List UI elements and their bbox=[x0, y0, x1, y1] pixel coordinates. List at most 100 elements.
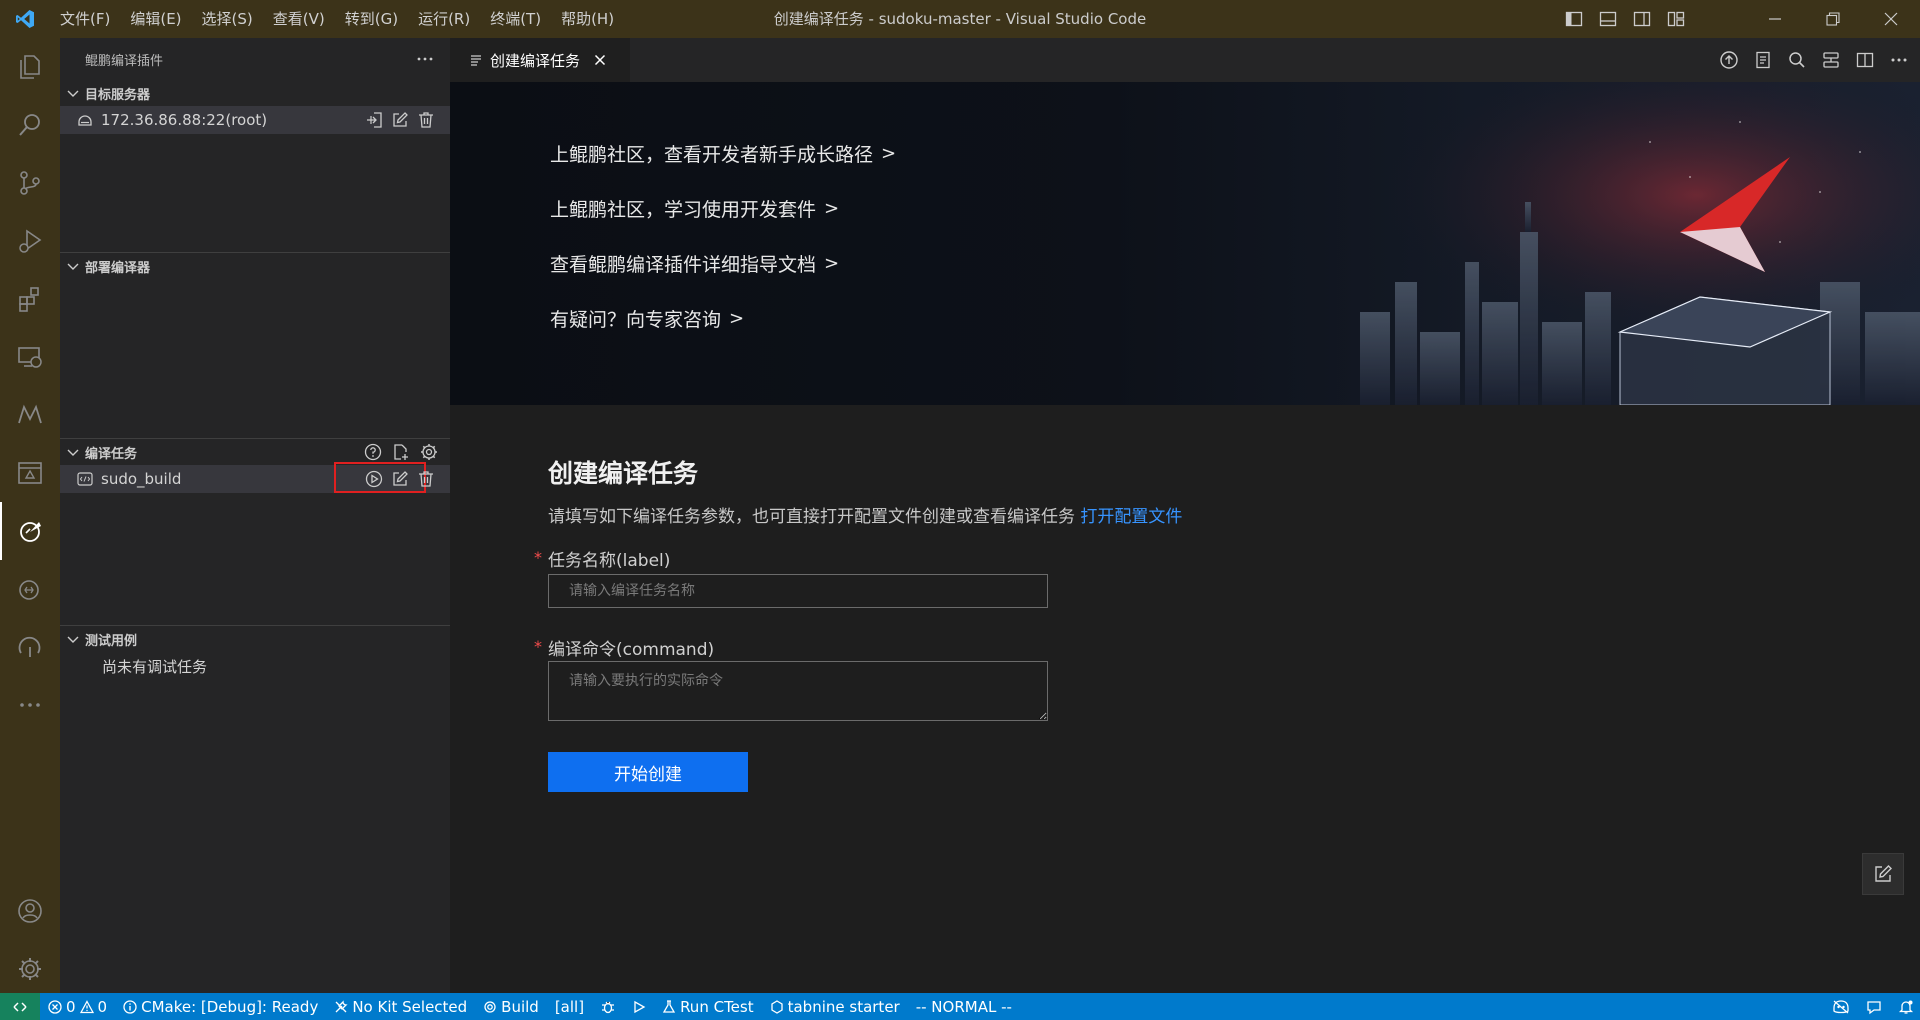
split-editor-icon[interactable] bbox=[1854, 49, 1876, 71]
section-title: 测试用例 bbox=[85, 633, 138, 649]
error-count: 0 bbox=[66, 997, 76, 1016]
required-mark: * bbox=[534, 548, 542, 567]
section-header-tests[interactable]: 测试用例 bbox=[60, 626, 450, 652]
sidebar-title: 鲲鹏编译插件 bbox=[85, 53, 164, 69]
kunpeng-compile-plugin-icon[interactable] bbox=[0, 502, 60, 560]
restore-icon[interactable] bbox=[1804, 0, 1862, 38]
open-config-link[interactable]: 打开配置文件 bbox=[1080, 507, 1182, 527]
find-icon[interactable] bbox=[1786, 49, 1808, 71]
kunpeng-porting-icon[interactable] bbox=[0, 618, 60, 676]
delete-icon[interactable] bbox=[416, 110, 436, 130]
menu-terminal[interactable]: 终端(T) bbox=[480, 0, 551, 38]
kunpeng-m-icon[interactable] bbox=[0, 386, 60, 444]
menu-selection[interactable]: 选择(S) bbox=[192, 0, 263, 38]
copilot-icon[interactable] bbox=[1832, 999, 1850, 1015]
vscode-logo-icon bbox=[0, 0, 50, 38]
server-item[interactable]: 172.36.86.88:22(root) bbox=[60, 106, 450, 134]
section-header-deploy[interactable]: 部署编译器 bbox=[60, 253, 450, 279]
kit-selector[interactable]: No Kit Selected bbox=[326, 993, 475, 1020]
minimize-icon[interactable] bbox=[1746, 0, 1804, 38]
section-header-servers[interactable]: 目标服务器 bbox=[60, 80, 450, 106]
new-task-icon[interactable] bbox=[392, 443, 410, 461]
search-icon[interactable] bbox=[0, 96, 60, 154]
menu-view[interactable]: 查看(V) bbox=[263, 0, 335, 38]
run-task-icon[interactable] bbox=[364, 469, 384, 489]
chevron-down-icon bbox=[67, 636, 79, 643]
server-label: 172.36.86.88:22(root) bbox=[101, 111, 268, 129]
task-name-input[interactable] bbox=[548, 574, 1048, 608]
notifications-bell-icon[interactable] bbox=[1898, 999, 1914, 1015]
remote-indicator[interactable] bbox=[0, 993, 40, 1020]
title-bar: 文件(F) 编辑(E) 选择(S) 查看(V) 转到(G) 运行(R) 终端(T… bbox=[0, 0, 1920, 38]
compare-icon[interactable] bbox=[1820, 49, 1842, 71]
build-target[interactable]: [all] bbox=[547, 993, 592, 1020]
extensions-icon[interactable] bbox=[0, 270, 60, 328]
webview-content: 上鲲鹏社区，查看开发者新手成长路径 > 上鲲鹏社区，学习使用开发套件 > 查看鲲鹏编… bbox=[450, 82, 1920, 993]
banner: 上鲲鹏社区，查看开发者新手成长路径 > 上鲲鹏社区，学习使用开发套件 > 查看鲲鹏编… bbox=[450, 82, 1920, 405]
build-button[interactable]: Build bbox=[475, 993, 547, 1020]
code-file-icon bbox=[75, 469, 95, 489]
menu-bar: 文件(F) 编辑(E) 选择(S) 查看(V) 转到(G) 运行(R) 终端(T… bbox=[50, 0, 624, 38]
menu-help[interactable]: 帮助(H) bbox=[551, 0, 624, 38]
close-tab-icon[interactable] bbox=[592, 52, 608, 68]
link-plugin-docs[interactable]: 查看鲲鹏编译插件详细指导文档 > bbox=[550, 236, 896, 291]
feedback-icon[interactable] bbox=[1866, 999, 1882, 1015]
section-header-tasks[interactable]: 编译任务 bbox=[60, 439, 450, 465]
section-title: 目标服务器 bbox=[85, 87, 151, 103]
status-bar: 0 0 CMake: [Debug]: Ready No Kit Selecte… bbox=[0, 993, 1920, 1020]
launch-icon[interactable] bbox=[624, 993, 654, 1020]
customize-layout-icon[interactable] bbox=[1662, 5, 1690, 33]
chevron-right-icon: > bbox=[729, 308, 745, 329]
feedback-button[interactable] bbox=[1862, 853, 1904, 895]
info-icon bbox=[123, 999, 137, 1014]
cmake-status-text: CMake: [Debug]: Ready bbox=[141, 997, 319, 1016]
accounts-icon[interactable] bbox=[0, 882, 60, 940]
task-name-label: * 任务名称(label) bbox=[534, 546, 670, 571]
source-control-icon[interactable] bbox=[0, 154, 60, 212]
debug-icon[interactable] bbox=[592, 993, 624, 1020]
remote-explorer-icon[interactable] bbox=[0, 328, 60, 386]
edit-task-icon[interactable] bbox=[390, 469, 410, 489]
menu-edit[interactable]: 编辑(E) bbox=[120, 0, 191, 38]
more-editor-actions-icon[interactable] bbox=[1888, 49, 1910, 71]
tab-create-task[interactable]: 创建编译任务 bbox=[450, 38, 630, 82]
connect-icon[interactable] bbox=[364, 110, 384, 130]
task-settings-gear-icon[interactable] bbox=[420, 443, 438, 461]
more-actions-icon[interactable] bbox=[416, 50, 434, 68]
toggle-panel-icon[interactable] bbox=[1594, 5, 1622, 33]
explorer-icon[interactable] bbox=[0, 38, 60, 96]
close-window-icon[interactable] bbox=[1862, 0, 1920, 38]
problems-indicator[interactable]: 0 0 bbox=[40, 993, 115, 1020]
link-learn-devkit[interactable]: 上鲲鹏社区，学习使用开发套件 > bbox=[550, 181, 896, 236]
edit-icon[interactable] bbox=[390, 110, 410, 130]
kunpeng-analysis-icon[interactable] bbox=[0, 560, 60, 618]
link-ask-expert[interactable]: 有疑问？向专家咨询 > bbox=[550, 291, 896, 346]
start-create-button[interactable]: 开始创建 bbox=[548, 752, 748, 792]
upload-icon[interactable] bbox=[1718, 49, 1740, 71]
kit-text: No Kit Selected bbox=[352, 997, 468, 1016]
menu-file[interactable]: 文件(F) bbox=[50, 0, 120, 38]
toggle-primary-sidebar-icon[interactable] bbox=[1560, 5, 1588, 33]
tabnine-status[interactable]: tabnine starter bbox=[762, 993, 908, 1020]
command-textarea[interactable] bbox=[548, 661, 1048, 721]
task-item[interactable]: sudo_build bbox=[60, 462, 450, 493]
tab-label: 创建编译任务 bbox=[490, 51, 581, 70]
link-growth-path[interactable]: 上鲲鹏社区，查看开发者新手成长路径 > bbox=[550, 126, 896, 181]
more-icon[interactable] bbox=[0, 676, 60, 734]
settings-gear-icon[interactable] bbox=[0, 940, 60, 998]
cmake-status[interactable]: CMake: [Debug]: Ready bbox=[115, 993, 326, 1020]
run-ctest-button[interactable]: Run CTest bbox=[654, 993, 762, 1020]
run-debug-icon[interactable] bbox=[0, 212, 60, 270]
toggle-secondary-sidebar-icon[interactable] bbox=[1628, 5, 1656, 33]
flask-icon bbox=[662, 999, 676, 1013]
link-text: 有疑问？向专家咨询 bbox=[550, 309, 722, 331]
form-description: 请填写如下编译任务参数，也可直接打开配置文件创建或查看编译任务 打开配置文件 bbox=[548, 502, 1182, 527]
delete-task-icon[interactable] bbox=[416, 469, 436, 489]
document-icon[interactable] bbox=[1752, 49, 1774, 71]
menu-go[interactable]: 转到(G) bbox=[335, 0, 408, 38]
menu-run[interactable]: 运行(R) bbox=[408, 0, 480, 38]
help-icon[interactable] bbox=[364, 443, 382, 461]
link-text: 查看鲲鹏编译插件详细指导文档 bbox=[550, 254, 817, 276]
editor-tabs: 创建编译任务 bbox=[450, 38, 1920, 82]
deploy-panel-icon[interactable] bbox=[0, 444, 60, 502]
